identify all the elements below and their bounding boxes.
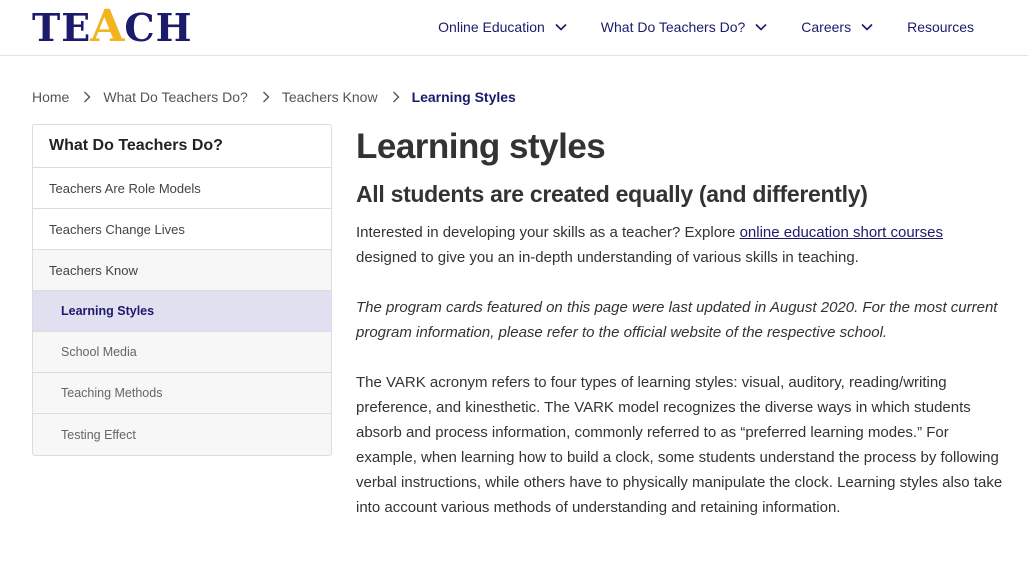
intro-text: Interested in developing your skills as … — [356, 224, 740, 241]
breadcrumb: Home What Do Teachers Do? Teachers Know … — [32, 86, 516, 108]
intro-paragraph: Interested in developing your skills as … — [356, 220, 1006, 270]
chevron-right-icon — [262, 91, 270, 103]
nav-label: Online Education — [438, 19, 545, 35]
nav-label: What Do Teachers Do? — [600, 19, 746, 35]
teach-logo[interactable]: TE A CH — [32, 1, 193, 52]
breadcrumb-teachers-know[interactable]: Teachers Know — [282, 89, 378, 105]
sidebar-item-teaching-methods[interactable]: Teaching Methods — [33, 373, 331, 414]
nav-resources[interactable]: Resources — [907, 19, 974, 35]
breadcrumb-home[interactable]: Home — [32, 89, 69, 105]
logo-text-start: TE — [32, 4, 92, 50]
chevron-right-icon — [392, 91, 400, 103]
nav-label: Resources — [907, 19, 974, 35]
sidebar-heading[interactable]: What Do Teachers Do? — [33, 125, 331, 168]
sidebar-item-testing-effect[interactable]: Testing Effect — [33, 414, 331, 455]
breadcrumb-current-page: Learning Styles — [411, 89, 516, 105]
sidebar-item-learning-styles[interactable]: Learning Styles — [33, 291, 331, 332]
logo-accent-letter: A — [90, 0, 126, 52]
sidebar-item-teachers-know[interactable]: Teachers Know — [33, 250, 331, 291]
nav-online-education[interactable]: Online Education — [438, 19, 567, 35]
main-nav: Online Education What Do Teachers Do? Ca… — [438, 0, 974, 54]
sidebar-item-school-media[interactable]: School Media — [33, 332, 331, 373]
chevron-down-icon — [555, 23, 567, 31]
sidebar-item-change-lives[interactable]: Teachers Change Lives — [33, 209, 331, 250]
nav-careers[interactable]: Careers — [801, 19, 873, 35]
vark-paragraph: The VARK acronym refers to four types of… — [356, 374, 1003, 516]
site-header: TE A CH Online Education What Do Teachers … — [0, 0, 1028, 56]
main-content: Learning styles All students are created… — [356, 126, 1006, 520]
page-title: Learning styles — [356, 127, 606, 166]
chevron-down-icon — [861, 23, 873, 31]
breadcrumb-what-do-teachers-do[interactable]: What Do Teachers Do? — [103, 89, 247, 105]
nav-label: Careers — [801, 19, 852, 35]
chevron-right-icon — [84, 91, 91, 103]
chevron-down-icon — [755, 23, 767, 31]
intro-text-end: designed to give you an in-depth underst… — [356, 249, 859, 266]
page-subtitle: All students are created equally (and di… — [356, 181, 868, 207]
sidebar-nav: What Do Teachers Do? Teachers Are Role M… — [32, 124, 332, 456]
program-update-notice: The program cards featured on this page … — [356, 299, 998, 341]
sidebar-item-role-models[interactable]: Teachers Are Role Models — [33, 168, 331, 209]
short-courses-link[interactable]: online education short courses — [740, 224, 943, 241]
logo-text-end: CH — [124, 4, 193, 50]
nav-what-do-teachers-do[interactable]: What Do Teachers Do? — [601, 19, 767, 35]
